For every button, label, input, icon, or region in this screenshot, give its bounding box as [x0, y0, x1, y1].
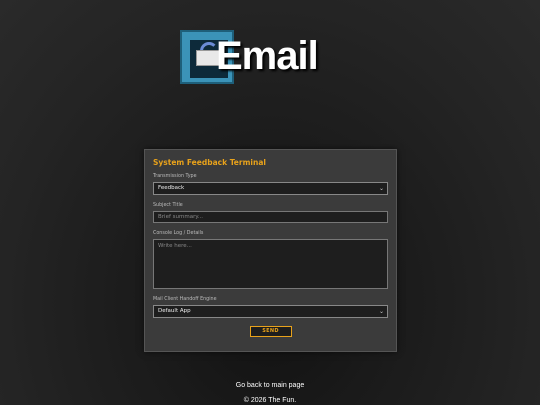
handoff-engine-value: Default App: [158, 308, 191, 314]
console-log-textarea[interactable]: Write here...: [153, 239, 388, 289]
feedback-panel: System Feedback Terminal Transmission Ty…: [144, 149, 397, 352]
subject-title-input[interactable]: Brief summary...: [153, 211, 388, 223]
send-button[interactable]: SEND: [249, 326, 292, 337]
footer-copyright: © 2026 The Fun.: [243, 397, 297, 404]
console-log-label: Console Log / Details: [153, 231, 204, 236]
transmission-type-select[interactable]: Feedback ⌄: [153, 182, 388, 195]
console-log-placeholder: Write here...: [158, 243, 192, 249]
subject-title-placeholder: Brief summary...: [158, 214, 204, 220]
transmission-type-value: Feedback: [158, 185, 185, 191]
email-logo: Email: [180, 30, 330, 90]
logo-text: Email: [216, 34, 319, 78]
transmission-type-label: Transmission Type: [153, 174, 197, 179]
handoff-engine-label: Mail Client Handoff Engine: [153, 297, 217, 302]
chevron-down-icon: ⌄: [378, 308, 384, 315]
handoff-engine-select[interactable]: Default App ⌄: [153, 305, 388, 318]
back-to-main-link[interactable]: Go back to main page: [0, 382, 540, 389]
panel-title: System Feedback Terminal: [153, 158, 266, 167]
subject-title-label: Subject Title: [153, 203, 183, 208]
chevron-down-icon: ⌄: [378, 185, 384, 192]
